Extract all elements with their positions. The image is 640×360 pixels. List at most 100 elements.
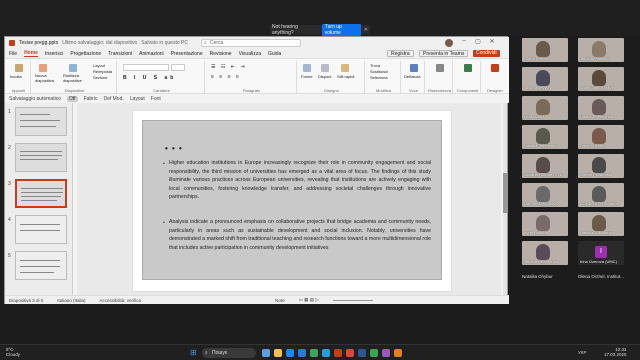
slide-thumbnail-2[interactable] [15,143,67,172]
language-indicator[interactable]: УКР [578,350,586,355]
participant-tile[interactable]: Tetiana Latomenko [522,241,568,265]
qat-item-font[interactable]: Font [151,96,161,102]
participant-tile[interactable]: Nataliia Verchenko [522,125,568,149]
minimize-icon[interactable]: – [457,38,471,45]
layout-button[interactable]: Layout [93,63,105,68]
edge-icon[interactable] [286,349,294,357]
slide-thumbnail-3[interactable] [15,179,67,208]
word-icon[interactable] [358,349,366,357]
dictate-icon[interactable] [410,64,418,72]
tab-view[interactable]: Visualizza [239,51,261,57]
app-icon-4[interactable] [394,349,402,357]
participant-name: Olena Pashko [524,56,550,61]
slide-content-box[interactable]: • • • • Higher education institutions in… [142,120,442,280]
close-icon[interactable]: ✕ [364,27,368,33]
participant-tile[interactable]: I Irina Ozerova (UMC) [578,241,624,265]
vertical-scrollbar[interactable] [503,103,507,295]
font-name-select[interactable] [123,64,169,71]
tab-help[interactable]: Guida [268,51,281,57]
section-button[interactable]: Sezione [93,75,107,80]
windows-start-icon[interactable]: ⊞ [190,349,198,357]
participant-tile[interactable]: Daria Spiridon [578,125,624,149]
reuse-slides-icon[interactable] [69,64,77,72]
tab-animations[interactable]: Animazioni [139,51,163,57]
participant-video [592,41,606,57]
tab-review[interactable]: Revisione [210,51,232,57]
tab-transitions[interactable]: Transizioni [108,51,132,57]
share-button[interactable]: Condividi [473,50,500,57]
tab-home[interactable]: Home [24,50,38,57]
participant-video [592,157,606,173]
qat-item-def-mod[interactable]: Def Mod. [103,96,123,102]
participant-tile[interactable]: Andrii Zamozhskyi [578,67,624,91]
new-slide-icon[interactable] [39,64,47,72]
app-icon[interactable] [310,349,318,357]
view-buttons[interactable]: ▭ ▦ ▤ ▷ [299,297,319,303]
weather-widget[interactable]: 9°C Cloudy [6,347,20,357]
maximize-icon[interactable]: ▢ [471,38,485,45]
align-buttons[interactable]: ≡ ≡ ≡ ≡ [211,74,241,80]
participant-tile[interactable]: Oksana Horban (STU) [522,154,568,178]
scrollbar-thumb[interactable] [503,173,507,213]
reset-button[interactable]: Reimposta [93,69,112,74]
participant-name: Irina Ozerova (UMC) [580,259,617,264]
zoom-slider[interactable] [332,299,373,301]
participant-tile[interactable]: Nat. av. Mesculeva [522,183,568,207]
quick-styles-icon[interactable] [341,64,349,72]
language-status[interactable]: Italiano (Italia) [57,298,85,303]
select-button[interactable]: Seleziona [370,75,388,80]
turn-up-volume-button[interactable]: Turn up volume [321,23,361,36]
close-window-icon[interactable]: ✕ [485,38,499,45]
present-teams-button[interactable]: Presenta in Teams [419,50,469,57]
replace-button[interactable]: Sostituisci [370,69,388,74]
participant-tile[interactable]: Tetiana Vlasenko [578,38,624,62]
record-button[interactable]: Registra [387,50,414,57]
autosave-toggle[interactable]: Off [66,95,78,102]
slide-thumbnail-5[interactable] [15,251,67,280]
slide-thumbnail-1[interactable] [15,107,67,136]
task-view-icon[interactable] [262,349,270,357]
participant-tile[interactable]: Oleksii Proskurnia [578,154,624,178]
participant-tile[interactable]: Iryna Pobuda [522,212,568,236]
font-style-buttons[interactable]: B I U S ab [123,75,176,81]
participant-tile[interactable]: Liliia Moroz [522,96,568,120]
account-avatar[interactable] [445,39,453,47]
app-icon-2[interactable] [370,349,378,357]
participant-tile[interactable]: Olena Pashko [522,38,568,62]
browser-icon[interactable] [322,349,330,357]
find-button[interactable]: Trova [370,63,380,68]
slide-thumbnails-pane: 1 2 3 4 5 [5,103,73,295]
saved-note: Salvato in questo PC [141,40,188,46]
current-slide[interactable]: • • • • Higher education institutions in… [133,111,451,291]
tab-insert[interactable]: Inserisci [45,51,63,57]
participant-tile[interactable]: Nataliia Lukchenko [578,212,624,236]
chrome-icon[interactable] [346,349,354,357]
sensitivity-icon[interactable] [436,64,444,72]
font-size-select[interactable] [171,64,185,71]
slide-thumbnail-4[interactable] [15,215,67,244]
qat-item-layout[interactable]: Layout [130,96,145,102]
tab-file[interactable]: File [9,51,17,57]
accessibility-status[interactable]: Accessibilità: verifica [100,298,142,303]
paste-icon[interactable] [15,64,23,72]
search-input[interactable]: ⌕ Cerca [201,39,301,47]
shapes-icon[interactable] [303,64,311,72]
powerpoint-taskbar-icon[interactable] [334,349,342,357]
slide-dots: • • • [165,144,183,153]
qat-item-fabric[interactable]: Fabric [84,96,98,102]
taskbar-search[interactable]: ⌕ Пошук [202,348,256,358]
addins-icon[interactable] [464,64,472,72]
app-icon-3[interactable] [382,349,390,357]
clock[interactable]: 12:31 17.03.2025 [604,347,627,357]
tab-slideshow[interactable]: Presentazione [171,51,203,57]
participant-tile[interactable]: Julia Shkevych [522,67,568,91]
notes-button[interactable]: Note [275,298,285,303]
tab-design[interactable]: Progettazione [70,51,101,57]
list-buttons[interactable]: ☰ ☷ ⇤ ⇥ [211,64,247,70]
arrange-icon[interactable] [321,64,329,72]
participant-tile[interactable]: KONDRATYUK Anna [578,183,624,207]
file-explorer-icon[interactable] [274,349,282,357]
participant-tile[interactable]: Nadiia Tereshchuk [578,96,624,120]
designer-icon[interactable] [491,64,499,72]
zoom-app-icon[interactable] [298,349,306,357]
